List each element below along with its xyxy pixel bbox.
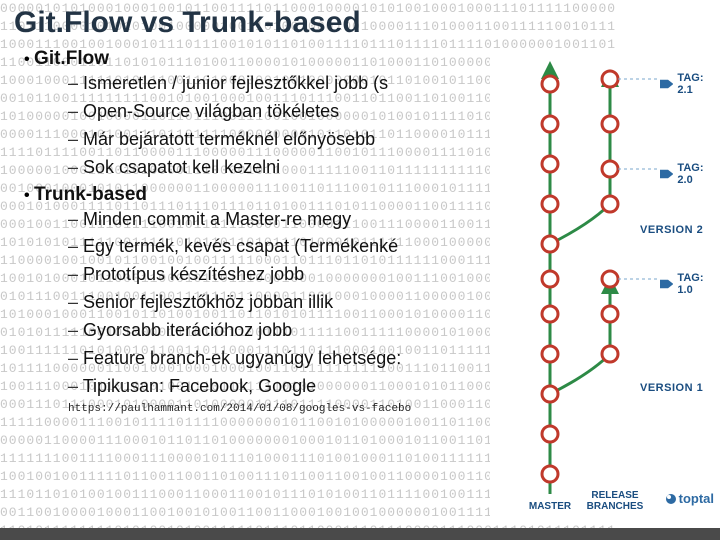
version-1-label: VERSION 1 — [640, 382, 703, 394]
logo-text: toptal — [679, 491, 714, 506]
list-item: Gyorsabb iterációhoz jobb — [68, 317, 480, 345]
page-title: Git.Flow vs Trunk-based — [14, 6, 480, 40]
tag-label: TAG: 1.0 — [677, 272, 720, 296]
tag-icon — [660, 277, 673, 291]
tag-label: TAG: 2.0 — [677, 162, 720, 186]
axis-master: MASTER — [520, 501, 580, 512]
tag-2-1: TAG: 2.1 — [660, 72, 720, 96]
list-item: Minden commit a Master-re megy — [68, 206, 480, 234]
section-gitflow-label: Git.Flow — [34, 48, 109, 69]
footer-bar — [0, 528, 720, 540]
list-item: Sok csapatot kell kezelni — [68, 154, 480, 182]
gitflow-list: Ismeretlen / junior fejlesztőkkel jobb (… — [24, 70, 480, 182]
tag-icon — [660, 167, 673, 181]
tag-2-0: TAG: 2.0 — [660, 162, 720, 186]
list-item: Ismeretlen / junior fejlesztőkkel jobb (… — [68, 70, 480, 98]
list-item: Feature branch-ek ugyanúgy lehetsége: — [68, 345, 480, 373]
source-url: https://paulhammant.com/2014/01/08/googl… — [14, 403, 480, 415]
axis-release: RELEASE BRANCHES — [585, 490, 645, 512]
version-2-label: VERSION 2 — [640, 224, 703, 236]
trunk-list: Minden commit a Master-re megy Egy termé… — [24, 206, 480, 401]
list-item: Egy termék, kevés csapat (Termékenké — [68, 233, 480, 261]
list-item: Open-Source világban tökéletes — [68, 98, 480, 126]
list-item: Senior fejlesztőkhöz jobban illik — [68, 289, 480, 317]
list-item: Már bejáratott terméknél előnyösebb — [68, 126, 480, 154]
list-item: Tipikusan: Facebook, Google — [68, 373, 480, 401]
section-trunk-label: Trunk-based — [34, 184, 147, 205]
logo-icon — [666, 494, 676, 504]
tag-label: TAG: 2.1 — [677, 72, 720, 96]
tag-1-0: TAG: 1.0 — [660, 272, 720, 296]
toptal-logo: toptal — [666, 491, 714, 506]
tag-icon — [660, 77, 673, 91]
list-item: Prototípus készítéshez jobb — [68, 261, 480, 289]
branch-diagram: TAG: 2.1 TAG: 2.0 TAG: 1.0 VERSION 2 VER… — [490, 54, 720, 524]
